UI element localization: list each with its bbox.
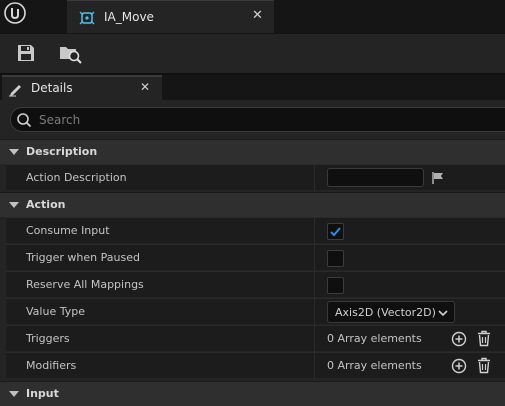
category-input[interactable]: Input [0, 381, 505, 406]
category-label: Input [26, 387, 59, 400]
action-description-field[interactable] [327, 168, 424, 187]
value-type-selected: Axis2D (Vector2D) [335, 306, 436, 319]
browse-asset-icon[interactable] [57, 40, 83, 66]
category-label: Action [26, 198, 66, 211]
trash-icon[interactable] [476, 357, 492, 374]
details-tab[interactable]: Details ✕ [2, 75, 162, 100]
category-label: Description [26, 145, 98, 158]
toolbar [0, 34, 505, 73]
close-icon[interactable]: ✕ [252, 8, 263, 23]
search-box[interactable] [10, 107, 505, 132]
modifiers-array-count: 0 Array elements [327, 359, 422, 372]
details-panel: Description Action Description Action Co… [0, 100, 505, 406]
property-row-action-description: Action Description [6, 164, 505, 191]
unreal-logo-icon[interactable] [4, 2, 26, 24]
consume-input-checkbox[interactable] [327, 223, 344, 240]
trash-icon[interactable] [476, 330, 492, 347]
column-divider[interactable] [314, 218, 315, 244]
asset-tab-label: IA_Move [104, 10, 154, 24]
triggers-array-count: 0 Array elements [327, 332, 422, 345]
value-type-dropdown[interactable]: Axis2D (Vector2D) [327, 301, 455, 323]
property-label: Consume Input [26, 224, 110, 237]
details-tab-label: Details [31, 81, 73, 95]
trigger-when-paused-checkbox[interactable] [327, 250, 344, 267]
column-divider[interactable] [314, 326, 315, 352]
add-element-icon[interactable] [451, 358, 467, 374]
property-row-triggers: Triggers 0 Array elements [6, 325, 505, 352]
property-row-reserve-all-mappings: Reserve All Mappings [6, 271, 505, 298]
property-label: Triggers [26, 332, 70, 345]
asset-tab[interactable]: IA_Move ✕ [67, 0, 274, 33]
category-action[interactable]: Action [0, 192, 505, 217]
column-divider[interactable] [314, 245, 315, 271]
property-row-modifiers: Modifiers 0 Array elements [6, 352, 505, 379]
property-label: Action Description [26, 171, 127, 184]
property-row-trigger-when-paused: Trigger when Paused [6, 244, 505, 271]
category-description[interactable]: Description [0, 139, 505, 164]
column-divider[interactable] [314, 299, 315, 325]
chevron-down-icon [9, 391, 19, 397]
chevron-down-icon [9, 149, 19, 155]
property-row-value-type: Value Type Axis2D (Vector2D) [6, 298, 505, 325]
column-divider[interactable] [314, 165, 315, 191]
localization-flag-icon[interactable] [431, 171, 445, 185]
add-element-icon[interactable] [451, 331, 467, 347]
property-label: Trigger when Paused [26, 251, 140, 264]
column-divider[interactable] [314, 272, 315, 298]
chevron-down-icon [9, 202, 19, 208]
search-input[interactable] [39, 111, 479, 128]
checkmark-icon [330, 227, 341, 237]
search-icon [17, 113, 32, 128]
close-icon[interactable]: ✕ [140, 80, 150, 94]
title-bar: IA_Move ✕ [0, 0, 505, 34]
chevron-down-icon [438, 310, 448, 317]
pencil-icon [9, 85, 21, 97]
save-icon[interactable] [13, 40, 39, 66]
column-divider[interactable] [314, 353, 315, 379]
input-action-icon [79, 11, 95, 25]
reserve-all-mappings-checkbox[interactable] [327, 277, 344, 294]
property-label: Modifiers [26, 359, 77, 372]
property-row-consume-input: Consume Input [6, 217, 505, 244]
property-label: Reserve All Mappings [26, 278, 144, 291]
property-label: Value Type [26, 305, 85, 318]
